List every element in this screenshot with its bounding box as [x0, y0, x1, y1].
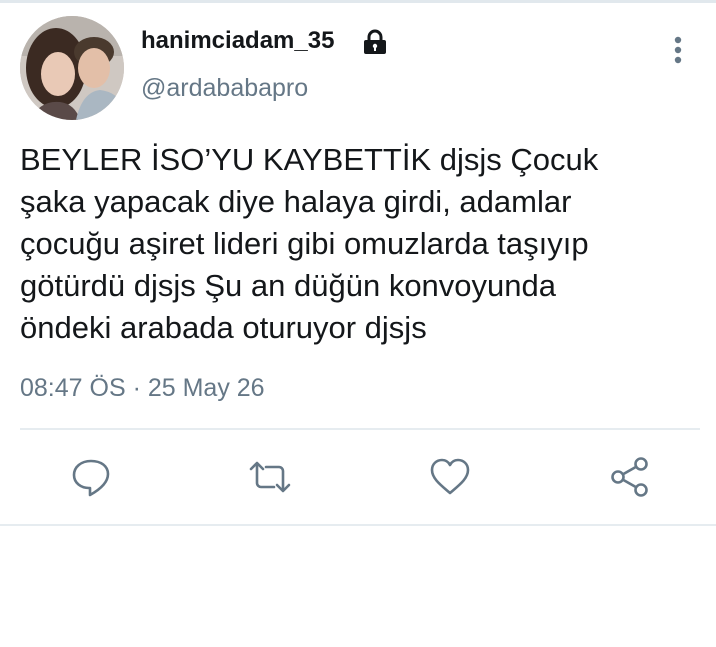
- like-button[interactable]: [428, 455, 472, 499]
- more-vertical-icon[interactable]: [664, 34, 692, 68]
- share-icon: [611, 457, 648, 497]
- share-button[interactable]: [609, 455, 653, 499]
- timestamp[interactable]: 08:47 ÖS · 25 May 26: [20, 374, 265, 403]
- retweet-button[interactable]: [248, 455, 292, 499]
- username[interactable]: @ardababapro: [141, 74, 308, 103]
- display-name[interactable]: hanimciadam_35: [141, 27, 334, 55]
- reply-button[interactable]: [69, 455, 113, 499]
- tweet-text: BEYLER İSO’YU KAYBETTİK djsjs Çocuk şaka…: [20, 142, 599, 345]
- divider: [20, 428, 700, 430]
- lock-icon: [362, 29, 388, 55]
- retweet-icon: [249, 461, 291, 493]
- heart-icon: [430, 458, 470, 495]
- avatar[interactable]: [20, 16, 124, 120]
- reply-icon: [72, 459, 110, 497]
- tweet-card: hanimciadam_35 @ardababapro BEYLER İSO’Y…: [0, 0, 716, 526]
